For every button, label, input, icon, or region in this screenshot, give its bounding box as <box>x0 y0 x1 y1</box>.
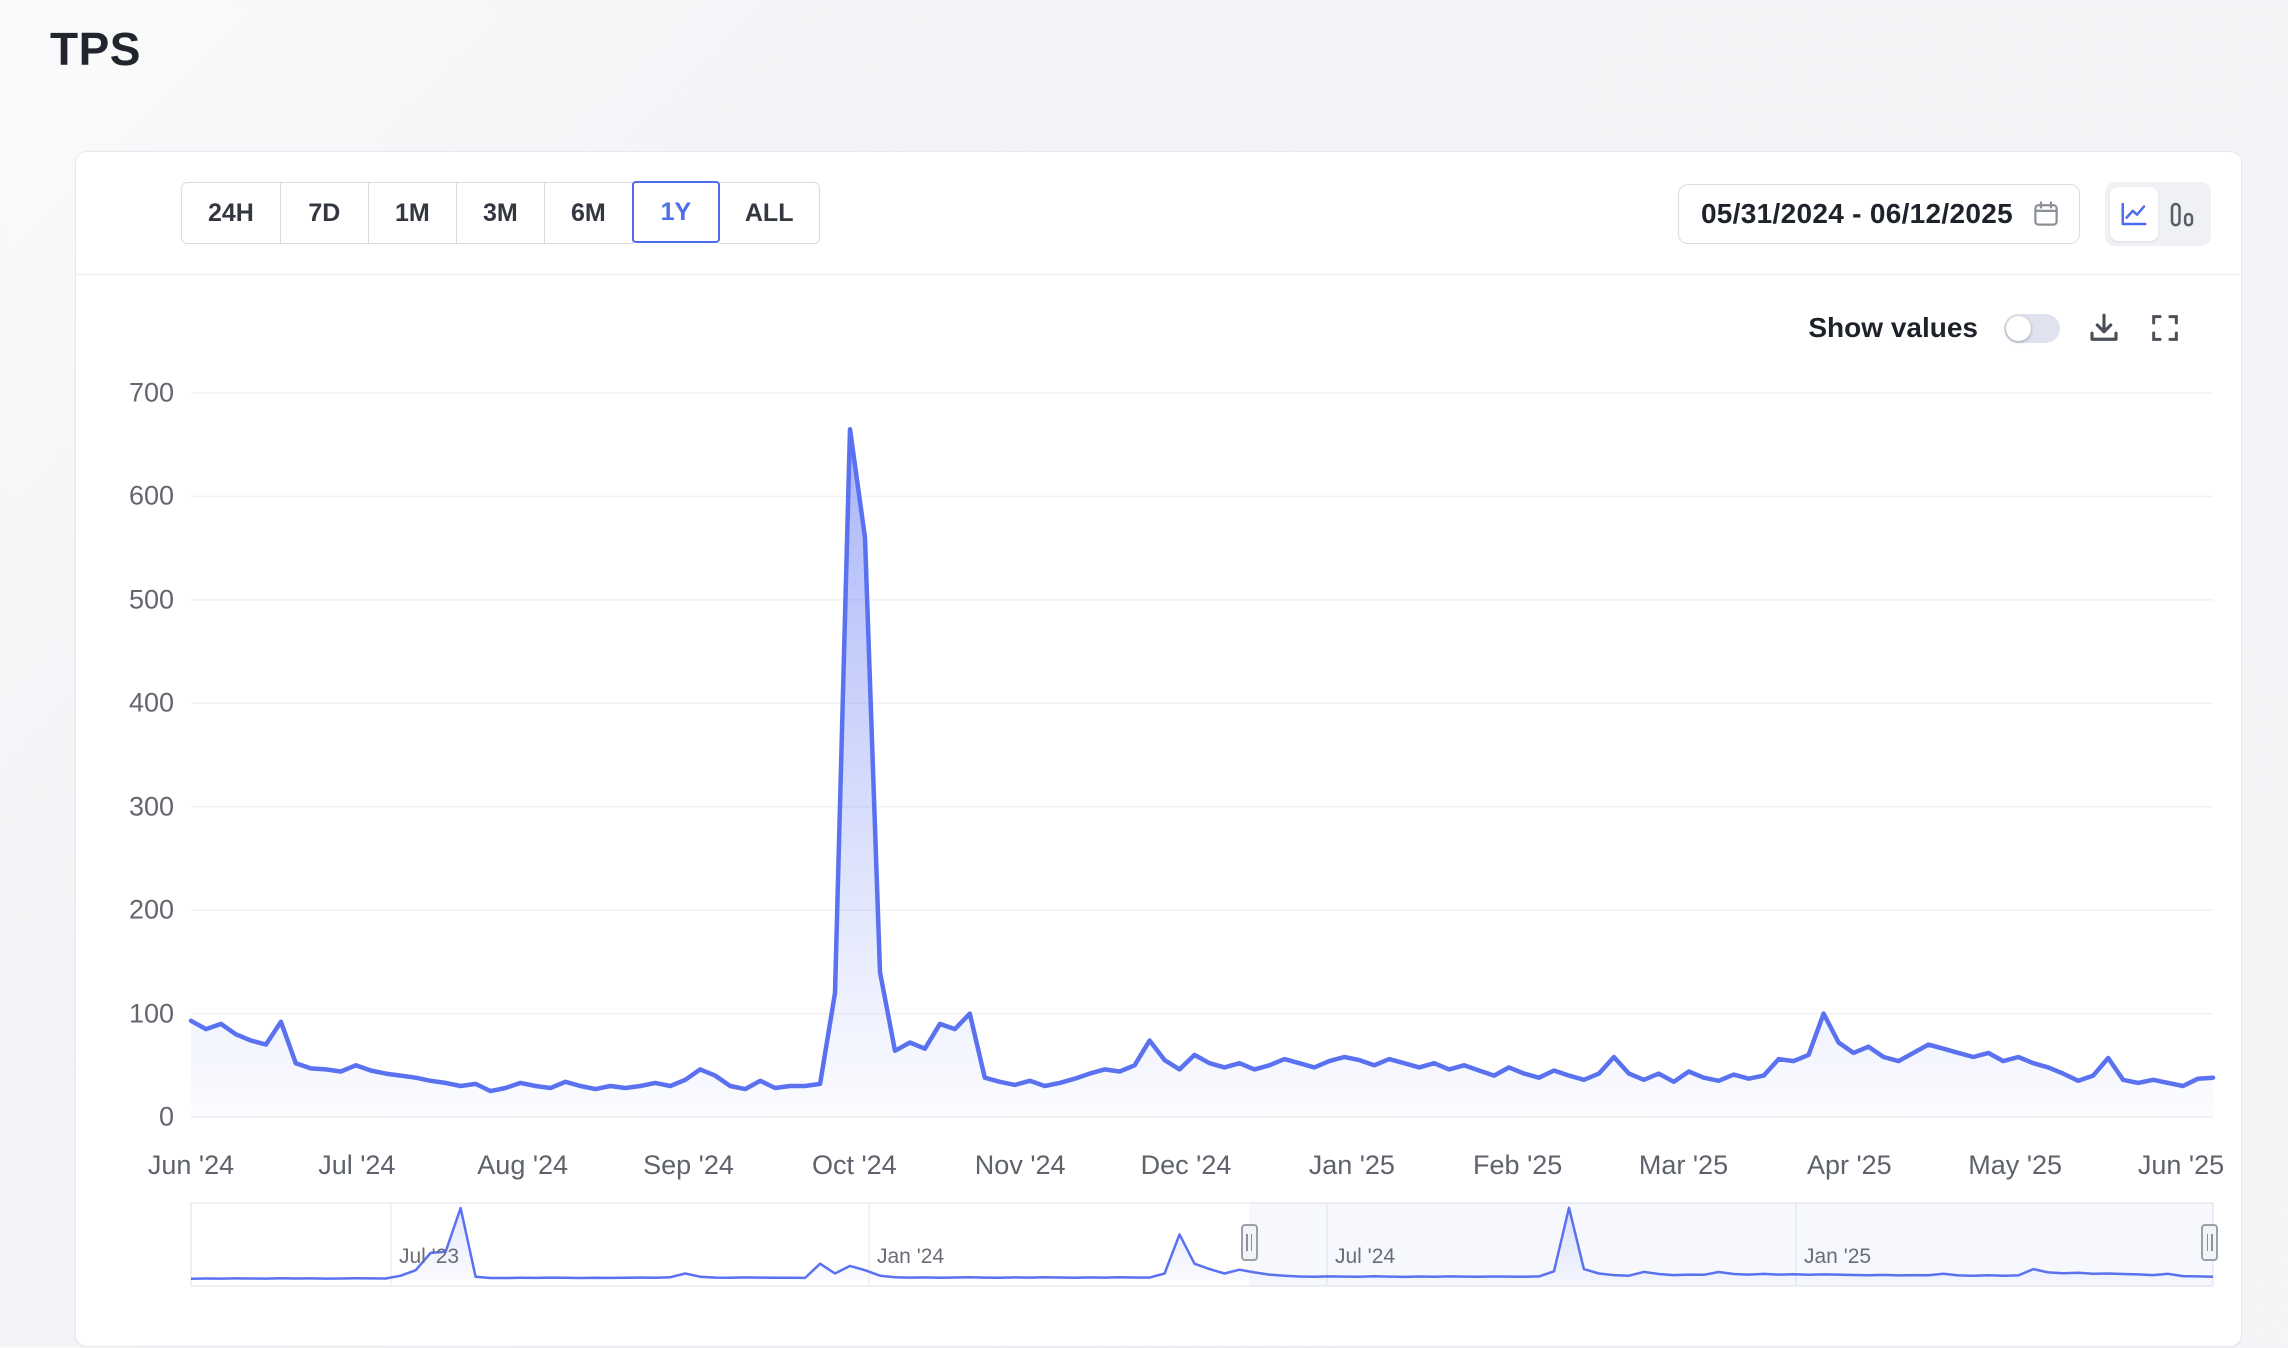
x-axis-tick-label: Jun '25 <box>2138 1150 2224 1181</box>
time-range-group: 24H 7D 1M 3M 6M 1Y ALL <box>181 182 820 244</box>
x-axis-tick-label: Sep '24 <box>643 1150 734 1181</box>
x-axis-tick-label: May '25 <box>1968 1150 2062 1181</box>
chart-type-toggle-group <box>2105 182 2211 246</box>
range-button-6m[interactable]: 6M <box>545 182 633 244</box>
navigator-tick-label: Jul '23 <box>399 1245 459 1269</box>
chart-header: Show values <box>1808 310 2182 346</box>
download-button[interactable] <box>2086 310 2122 346</box>
range-button-24h[interactable]: 24H <box>181 182 281 244</box>
y-axis-tick-label: 700 <box>94 378 174 409</box>
navigator-tick-label: Jan '25 <box>1804 1245 1871 1269</box>
show-values-toggle[interactable] <box>2004 314 2060 343</box>
x-axis-tick-label: Jul '24 <box>318 1150 395 1181</box>
y-axis-tick-label: 300 <box>94 791 174 822</box>
navigator-tick-label: Jul '24 <box>1335 1245 1395 1269</box>
bar-chart-icon <box>2167 199 2197 229</box>
x-axis-tick-label: Jun '24 <box>148 1150 234 1181</box>
main-series-line <box>191 429 2213 1091</box>
x-axis-tick-label: Aug '24 <box>477 1150 568 1181</box>
toolbar-right: 05/31/2024 - 06/12/2025 <box>1678 182 2211 246</box>
gridlines <box>191 393 2213 1117</box>
fullscreen-button[interactable] <box>2148 311 2182 345</box>
y-axis-tick-label: 200 <box>94 895 174 926</box>
x-axis-tick-label: Feb '25 <box>1473 1150 1562 1181</box>
line-chart-type-button[interactable] <box>2110 187 2158 241</box>
x-axis-tick-label: Mar '25 <box>1639 1150 1728 1181</box>
toggle-knob <box>2006 316 2031 341</box>
x-axis-tick-label: Nov '24 <box>975 1150 1066 1181</box>
x-axis-tick-label: Apr '25 <box>1807 1150 1892 1181</box>
range-button-7d[interactable]: 7D <box>281 182 369 244</box>
fullscreen-icon <box>2148 311 2182 345</box>
y-axis-tick-label: 600 <box>94 481 174 512</box>
download-icon <box>2086 310 2122 346</box>
date-range-picker[interactable]: 05/31/2024 - 06/12/2025 <box>1678 184 2080 244</box>
range-button-all[interactable]: ALL <box>719 182 821 244</box>
y-axis-tick-label: 0 <box>94 1102 174 1133</box>
page-title: TPS <box>50 22 141 76</box>
range-button-3m[interactable]: 3M <box>457 182 545 244</box>
toolbar: 24H 7D 1M 3M 6M 1Y ALL 05/31/2024 - 06/1… <box>76 152 2241 274</box>
range-button-1y[interactable]: 1Y <box>632 181 720 243</box>
main-series-area <box>191 429 2213 1117</box>
x-axis-tick-label: Oct '24 <box>812 1150 897 1181</box>
bar-chart-type-button[interactable] <box>2158 187 2206 241</box>
x-axis-tick-label: Jan '25 <box>1309 1150 1395 1181</box>
toolbar-divider <box>76 274 2241 275</box>
navigator-right-handle[interactable] <box>2201 1224 2218 1261</box>
date-range-value: 05/31/2024 - 06/12/2025 <box>1701 198 2013 230</box>
y-axis-tick-label: 500 <box>94 584 174 615</box>
show-values-label: Show values <box>1808 312 1978 344</box>
calendar-icon <box>2031 199 2061 229</box>
navigator-left-handle[interactable] <box>1241 1224 1258 1261</box>
chart-card: 24H 7D 1M 3M 6M 1Y ALL 05/31/2024 - 06/1… <box>75 151 2242 1347</box>
y-axis-tick-label: 400 <box>94 688 174 719</box>
y-axis-tick-label: 100 <box>94 998 174 1029</box>
navigator-tick-label: Jan '24 <box>877 1245 944 1269</box>
range-button-1m[interactable]: 1M <box>369 182 457 244</box>
x-axis-tick-label: Dec '24 <box>1141 1150 1232 1181</box>
line-chart-icon <box>2119 199 2149 229</box>
